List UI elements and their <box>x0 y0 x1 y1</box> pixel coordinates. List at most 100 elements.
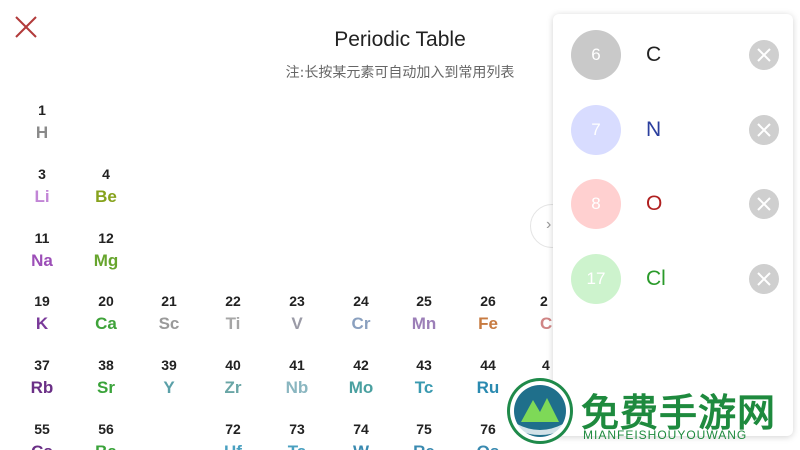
element-number: 39 <box>161 357 177 373</box>
element-number: 11 <box>34 230 50 246</box>
element-cell[interactable]: 4 <box>528 357 552 373</box>
element-cell[interactable]: 22 Ti <box>209 293 257 335</box>
element-symbol: Ti <box>225 314 241 333</box>
element-number: 2 <box>540 293 548 309</box>
element-symbol: Ba <box>82 441 130 450</box>
element-cell[interactable]: 23 V <box>273 293 321 335</box>
element-number: 3 <box>38 166 46 182</box>
element-cell[interactable]: 43 Tc <box>400 357 448 399</box>
element-cell[interactable]: 72 Hf <box>209 421 257 450</box>
element-number: 12 <box>98 230 114 246</box>
watermark: 免费手游网 MIANFEISHOUYOUWANG <box>503 378 800 450</box>
element-cell[interactable]: 20 Ca <box>82 293 130 335</box>
favorite-number: 6 <box>591 45 601 64</box>
element-badge: 17 <box>571 254 621 304</box>
element-symbol: Mo <box>348 378 374 397</box>
element-symbol: Hf <box>209 441 257 450</box>
element-cell[interactable]: 74 W <box>337 421 385 450</box>
element-cell[interactable]: 2 C <box>528 293 552 335</box>
element-symbol: Tc <box>414 378 434 397</box>
favorite-symbol: N <box>646 118 662 141</box>
element-cell[interactable]: 37 Rb <box>18 357 66 399</box>
element-number: 43 <box>416 357 432 373</box>
element-symbol: Mg <box>93 251 119 270</box>
element-symbol: V <box>291 314 303 333</box>
favorites-panel: 6 C 7 N 8 O 17 Cl <box>553 14 793 436</box>
element-number: 19 <box>34 293 50 309</box>
favorite-symbol: O <box>646 192 663 215</box>
element-cell[interactable]: 24 Cr <box>337 293 385 335</box>
remove-icon <box>757 123 771 137</box>
element-cell[interactable]: 25 Mn <box>400 293 448 335</box>
element-symbol: Zr <box>224 378 242 397</box>
favorite-number: 7 <box>591 120 601 139</box>
watermark-pinyin: MIANFEISHOUYOUWANG <box>583 428 748 442</box>
element-cell[interactable]: 1 H <box>18 102 66 144</box>
remove-favorite-button[interactable] <box>749 40 779 70</box>
element-symbol: Cr <box>351 314 371 333</box>
element-symbol: H <box>35 123 49 142</box>
element-number: 56 <box>98 421 114 437</box>
element-number: 4 <box>542 357 550 373</box>
remove-icon <box>757 197 771 211</box>
element-cell[interactable]: 56 Ba <box>82 421 130 450</box>
remove-favorite-button[interactable] <box>749 189 779 219</box>
element-cell[interactable]: 40 Zr <box>209 357 257 399</box>
element-symbol: W <box>337 441 385 450</box>
element-symbol: Nb <box>285 378 309 397</box>
element-symbol: Re <box>400 441 448 450</box>
favorite-item[interactable]: 17 Cl <box>553 251 793 307</box>
element-cell[interactable]: 41 Nb <box>273 357 321 399</box>
element-cell[interactable]: 39 Y <box>145 357 193 399</box>
element-number: 42 <box>353 357 369 373</box>
element-symbol: Rb <box>30 378 54 397</box>
favorite-item[interactable]: 7 N <box>553 102 793 158</box>
element-number: 72 <box>225 421 241 437</box>
element-symbol: Fe <box>478 314 498 333</box>
element-cell[interactable]: 4 Be <box>82 166 130 208</box>
element-symbol: C <box>540 314 552 333</box>
element-number: 25 <box>416 293 432 309</box>
element-cell[interactable]: 26 Fe <box>464 293 512 335</box>
favorite-number: 17 <box>586 269 606 288</box>
element-number: 44 <box>480 357 496 373</box>
element-symbol: K <box>35 314 49 333</box>
element-badge: 8 <box>571 179 621 229</box>
element-number: 73 <box>289 421 305 437</box>
favorite-number: 8 <box>591 194 601 213</box>
element-badge: 7 <box>571 105 621 155</box>
favorite-symbol: C <box>646 43 662 66</box>
element-cell[interactable]: 21 Sc <box>145 293 193 335</box>
element-cell[interactable]: 38 Sr <box>82 357 130 399</box>
element-symbol: Be <box>95 187 117 206</box>
element-number: 24 <box>353 293 369 309</box>
element-cell[interactable]: 73 Ta <box>273 421 321 450</box>
element-number: 75 <box>416 421 432 437</box>
element-number: 23 <box>289 293 305 309</box>
element-symbol: Li <box>34 187 50 206</box>
favorite-item[interactable]: 6 C <box>553 27 793 83</box>
element-cell[interactable]: 75 Re <box>400 421 448 450</box>
element-number: 37 <box>34 357 50 373</box>
remove-favorite-button[interactable] <box>749 115 779 145</box>
element-cell[interactable]: 55 Cs <box>18 421 66 450</box>
element-cell[interactable]: 19 K <box>18 293 66 335</box>
element-symbol: Ta <box>273 441 321 450</box>
remove-icon <box>757 272 771 286</box>
element-cell[interactable]: 3 Li <box>18 166 66 208</box>
element-symbol: Sc <box>158 314 180 333</box>
element-cell[interactable]: 12 Mg <box>82 230 130 272</box>
watermark-logo <box>507 378 573 444</box>
element-cell[interactable]: 11 Na <box>18 230 66 272</box>
favorite-item[interactable]: 8 O <box>553 176 793 232</box>
remove-favorite-button[interactable] <box>749 264 779 294</box>
element-number: 40 <box>225 357 241 373</box>
element-number: 41 <box>289 357 305 373</box>
element-number: 26 <box>480 293 496 309</box>
element-number: 20 <box>98 293 114 309</box>
element-cell[interactable]: 42 Mo <box>337 357 385 399</box>
element-number: 4 <box>102 166 110 182</box>
element-number: 74 <box>353 421 369 437</box>
favorite-symbol: Cl <box>646 267 666 290</box>
element-symbol: Sr <box>97 378 115 397</box>
